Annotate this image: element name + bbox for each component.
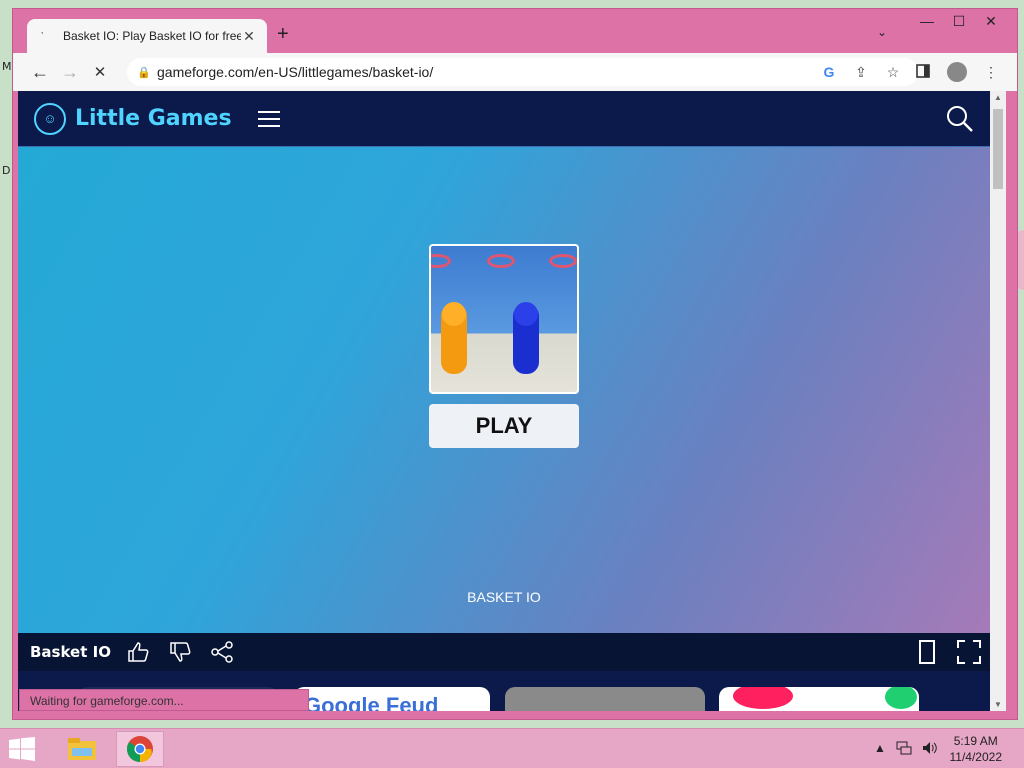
site-header: ☺ Little Games (18, 91, 990, 147)
related-game-card[interactable] (719, 687, 919, 711)
scroll-down-arrow-icon[interactable]: ▼ (990, 700, 1006, 709)
related-game-card[interactable] (505, 687, 705, 711)
theater-mode-icon[interactable] (912, 637, 942, 667)
page-viewport: ☺ Little Games PLAY BASKET IO Basket IO (18, 91, 990, 711)
scrollbar-thumb[interactable] (993, 109, 1003, 189)
volume-icon[interactable] (922, 741, 938, 758)
loading-spinner-icon: ’ (41, 30, 44, 42)
game-name-caption: BASKET IO (467, 589, 541, 605)
desktop-icon-label: D (2, 164, 11, 177)
profile-avatar[interactable] (947, 62, 967, 82)
taskbar: ▲ 5:19 AM 11/4/2022 (0, 728, 1024, 768)
desktop-icon-label: M (2, 60, 12, 73)
tab-close-icon[interactable]: ✕ (241, 28, 257, 45)
tray-overflow-icon[interactable]: ▲ (874, 741, 886, 758)
thumbs-up-icon[interactable] (123, 637, 153, 667)
stop-loading-button[interactable]: ✕ (85, 63, 115, 81)
clock-date: 11/4/2022 (949, 750, 1003, 764)
browser-window: ’ Basket IO: Play Basket IO for free ✕ +… (12, 8, 1018, 720)
maximize-button[interactable]: ☐ (943, 13, 975, 30)
title-bar: ’ Basket IO: Play Basket IO for free ✕ +… (13, 9, 1017, 53)
clock-time: 5:19 AM (953, 734, 998, 748)
file-explorer-icon[interactable] (58, 731, 106, 767)
vertical-scrollbar[interactable]: ▲ ▼ (990, 91, 1006, 711)
share-icon[interactable]: ⇪ (845, 64, 877, 81)
hamburger-menu-icon[interactable] (257, 106, 280, 132)
tab-title: Basket IO: Play Basket IO for free (63, 29, 241, 43)
fullscreen-icon[interactable] (954, 637, 984, 667)
blue-player-figure (513, 302, 539, 374)
google-lens-icon[interactable]: G (813, 64, 845, 80)
search-icon[interactable] (946, 105, 974, 133)
logo-face-icon[interactable]: ☺ (34, 102, 66, 135)
back-button[interactable]: ← (25, 62, 55, 83)
lock-icon[interactable]: 🔒 (137, 66, 157, 79)
game-action-bar: Basket IO (18, 633, 990, 671)
game-thumbnail[interactable] (429, 244, 579, 394)
browser-toolbar: ← → ✕ 🔒 gameforge.com/en-US/littlegames/… (13, 53, 1017, 91)
chrome-icon[interactable] (116, 731, 164, 767)
scroll-up-arrow-icon[interactable]: ▲ (990, 93, 1006, 102)
orange-player-figure (441, 302, 467, 374)
minimize-button[interactable]: — (911, 13, 943, 29)
address-bar[interactable]: 🔒 gameforge.com/en-US/littlegames/basket… (127, 58, 919, 86)
game-title: Basket IO (30, 643, 111, 661)
close-window-button[interactable]: ✕ (975, 13, 1007, 30)
url-text[interactable]: gameforge.com/en-US/littlegames/basket-i… (157, 64, 813, 80)
new-tab-button[interactable]: + (277, 23, 289, 46)
bookmark-star-icon[interactable]: ☆ (877, 64, 909, 81)
related-game-card[interactable]: Google Feud (294, 687, 490, 711)
browser-menu-icon[interactable]: ⋮ (975, 64, 1007, 81)
hoop-graphic (487, 254, 515, 268)
start-button[interactable] (8, 737, 36, 761)
game-stage: PLAY BASKET IO (18, 147, 990, 633)
tab-search-chevron-icon[interactable]: ⌄ (877, 25, 887, 39)
share-icon[interactable] (207, 637, 237, 667)
hoop-graphic (549, 254, 577, 268)
forward-button[interactable]: → (55, 62, 85, 83)
system-clock[interactable]: 5:19 AM 11/4/2022 (950, 733, 1003, 765)
browser-tab[interactable]: ’ Basket IO: Play Basket IO for free ✕ (27, 19, 267, 53)
hoop-graphic (431, 254, 451, 268)
network-icon[interactable] (896, 741, 912, 758)
play-button[interactable]: PLAY (429, 404, 579, 448)
thumbs-down-icon[interactable] (165, 637, 195, 667)
site-logo-text[interactable]: Little Games (75, 106, 232, 131)
side-panel-icon[interactable] (907, 63, 939, 81)
system-tray: ▲ (874, 741, 938, 758)
status-bar: Waiting for gameforge.com... (19, 689, 309, 711)
